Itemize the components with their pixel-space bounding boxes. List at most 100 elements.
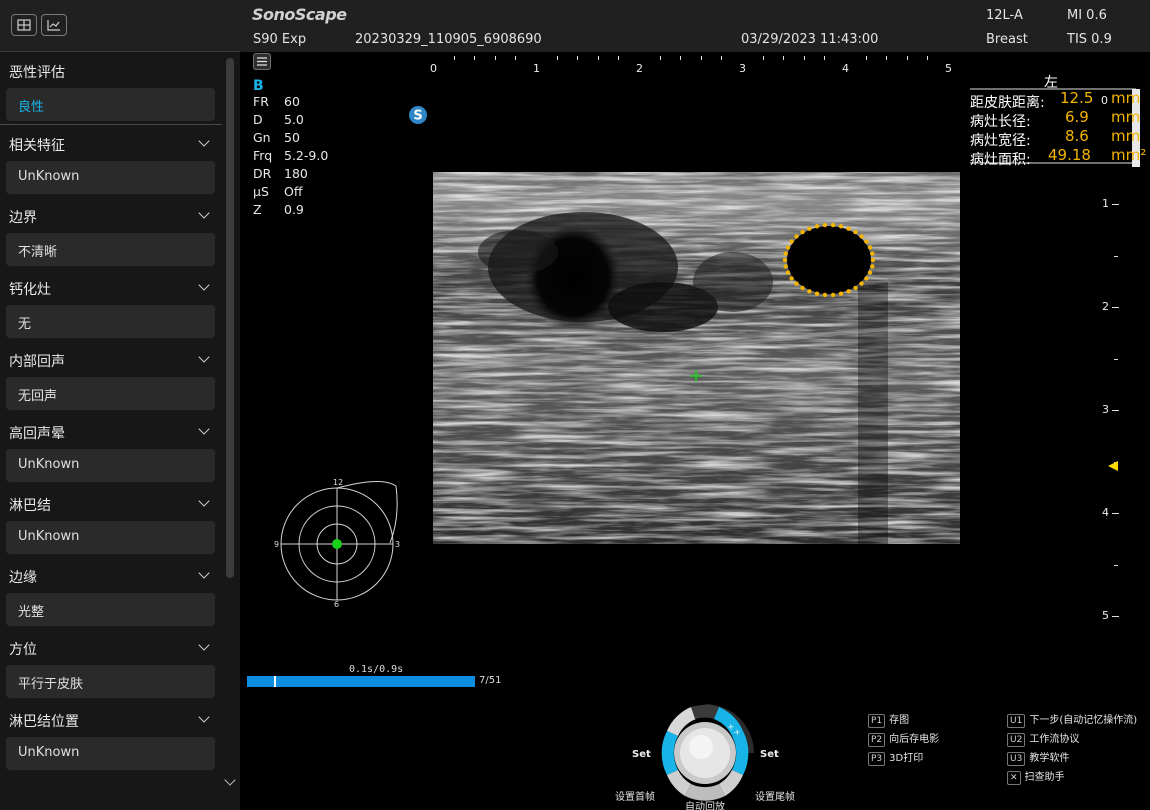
section-value[interactable]: 不清晰 xyxy=(6,233,215,266)
chevron-down-icon[interactable] xyxy=(198,711,210,723)
section-value[interactable]: 无回声 xyxy=(6,377,215,410)
p-key-item[interactable]: P3 3D打印 xyxy=(868,749,923,766)
param-row: DR 180 xyxy=(253,166,328,184)
section-header[interactable]: 淋巴结 xyxy=(0,485,222,521)
p-key-item[interactable]: P1 存图 xyxy=(868,711,909,728)
section-value[interactable]: UnKnown xyxy=(6,737,215,770)
trackball-control[interactable]: ✕ ✕ xyxy=(655,703,755,807)
clock-3-label: 3 xyxy=(395,540,401,549)
caliper-dot xyxy=(838,291,844,296)
probe-position-dot xyxy=(332,539,342,549)
set-first-frame-button[interactable]: 设置首帧 xyxy=(615,788,655,803)
section-value[interactable]: UnKnown xyxy=(6,449,215,482)
caliper-dot xyxy=(867,245,873,250)
u-key-item[interactable]: U2 工作流协议 xyxy=(1007,730,1079,747)
chevron-down-icon[interactable] xyxy=(198,135,210,147)
caliper-dot xyxy=(814,224,820,229)
caliper-dot xyxy=(785,245,791,250)
section-value[interactable]: UnKnown xyxy=(6,521,215,554)
param-row: Z 0.9 xyxy=(253,202,328,220)
auto-play-button[interactable]: 自动回放 xyxy=(685,798,725,810)
param-value: 0.9 xyxy=(284,202,304,217)
malignancy-assessment-value[interactable]: 良性 xyxy=(6,88,215,121)
chevron-down-icon[interactable] xyxy=(198,423,210,435)
ruler-tick xyxy=(906,56,908,60)
ruler-tick xyxy=(824,56,826,60)
depth-label: 2 xyxy=(1102,300,1109,313)
depth-minor-tick xyxy=(1114,358,1118,360)
section-header[interactable]: 内部回声 xyxy=(0,341,222,377)
set-right-button[interactable]: Set xyxy=(760,749,779,760)
chart-icon[interactable] xyxy=(41,14,67,36)
depth-label: 3 xyxy=(1102,403,1109,416)
section-value[interactable]: UnKnown xyxy=(6,161,215,194)
depth-minor-tick xyxy=(1114,255,1118,257)
param-key: μS xyxy=(253,184,269,199)
chevron-down-icon[interactable] xyxy=(198,351,210,363)
layout-icon[interactable] xyxy=(11,14,37,36)
section-label: 内部回声 xyxy=(9,354,65,370)
section-header[interactable]: 方位 xyxy=(0,629,222,665)
caliper-dot xyxy=(853,229,858,235)
section-header[interactable]: 淋巴结位置 xyxy=(0,701,222,737)
chevron-down-icon[interactable] xyxy=(198,207,210,219)
ruler-tick xyxy=(453,56,455,60)
chevron-down-icon[interactable] xyxy=(198,279,210,291)
chevron-down-icon[interactable] xyxy=(224,774,236,786)
ruler-tick xyxy=(618,56,620,60)
u-key-item[interactable]: U3 教学软件 xyxy=(1007,749,1069,766)
section-header[interactable]: 钙化灶 xyxy=(0,269,222,305)
section-header[interactable]: 高回声晕 xyxy=(0,413,222,449)
u-key-item[interactable]: U1 下一步(自动记忆操作流) xyxy=(1007,711,1137,728)
malignancy-assessment-label: 恶性评估 xyxy=(9,65,65,81)
ruler-tick xyxy=(659,56,661,60)
ruler-tick xyxy=(494,56,496,60)
ruler-tick xyxy=(597,56,599,60)
key-cap: U3 xyxy=(1007,752,1026,766)
key-label: 下一步(自动记忆操作流) xyxy=(1029,715,1138,726)
menu-icon[interactable] xyxy=(253,53,271,70)
focus-marker-icon[interactable] xyxy=(1108,456,1119,475)
depth-label: 4 xyxy=(1102,506,1109,519)
caliper-dot xyxy=(853,285,858,291)
section-header[interactable]: 边缘 xyxy=(0,557,222,593)
measurement-unit: mm xyxy=(1111,127,1141,145)
cine-position-marker[interactable] xyxy=(274,676,277,687)
caliper-dot xyxy=(794,281,799,286)
ultrasound-image[interactable] xyxy=(432,172,961,544)
panel-scrollbar[interactable] xyxy=(226,58,234,578)
u-key-item[interactable]: ✕ 扫查助手 xyxy=(1007,768,1065,785)
p-key-item[interactable]: P2 向后存电影 xyxy=(868,730,939,747)
depth-minor-tick xyxy=(1114,564,1118,566)
ruler-tick xyxy=(783,56,785,60)
caliper-dot xyxy=(800,229,805,235)
param-row: Frq 5.2-9.0 xyxy=(253,148,328,166)
set-last-frame-button[interactable]: 设置尾帧 xyxy=(755,788,795,803)
param-value: Off xyxy=(284,184,303,199)
section-label: 边界 xyxy=(9,210,37,226)
depth-tick xyxy=(1112,513,1119,514)
key-cap: U1 xyxy=(1007,714,1026,728)
section-label: 钙化灶 xyxy=(9,282,51,298)
cine-time: 0.1s/0.9s xyxy=(349,664,404,675)
section-header[interactable]: 边界 xyxy=(0,197,222,233)
breast-body-marker[interactable]: 12 3 6 9 xyxy=(272,478,402,614)
ruler-tick xyxy=(556,56,558,60)
section-header[interactable]: 相关特征 xyxy=(0,125,222,161)
section-value[interactable]: 光整 xyxy=(6,593,215,626)
panel-toolbar xyxy=(0,0,240,52)
ruler-label: 5 xyxy=(945,62,952,75)
param-value: 5.2-9.0 xyxy=(284,148,329,163)
section-value[interactable]: 无 xyxy=(6,305,215,338)
key-cap: P3 xyxy=(868,752,886,766)
caliper-dot xyxy=(859,234,864,239)
set-left-button[interactable]: Set xyxy=(632,749,651,760)
cine-progress-bar[interactable] xyxy=(247,676,475,687)
chevron-down-icon[interactable] xyxy=(198,495,210,507)
section-value[interactable]: 平行于皮肤 xyxy=(6,665,215,698)
chevron-down-icon[interactable] xyxy=(198,567,210,579)
caliper-dot xyxy=(782,257,788,263)
chevron-down-icon[interactable] xyxy=(198,639,210,651)
param-key: Gn xyxy=(253,130,271,145)
ruler-tick xyxy=(700,56,702,60)
